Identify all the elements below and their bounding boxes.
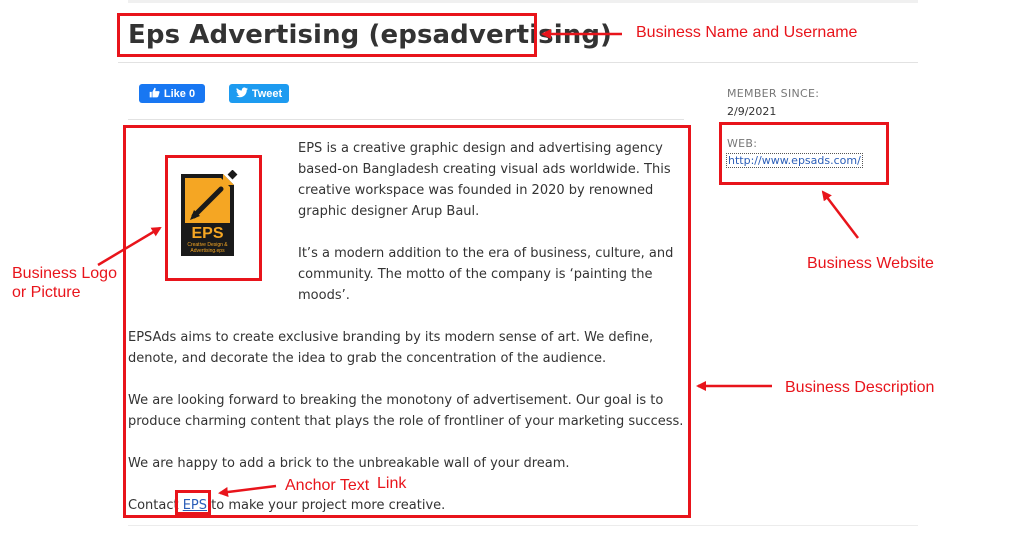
annotation-business-description: Business Description	[785, 379, 935, 396]
website-arrow	[821, 190, 859, 239]
annotation-business-name: Business Name and Username	[636, 24, 858, 41]
annotation-anchor-text: Anchor Text	[285, 477, 370, 494]
logo-arrow	[97, 226, 162, 267]
annotation-business-website: Business Website	[807, 255, 934, 272]
annotation-business-logo-line2: or Picture	[12, 284, 81, 301]
annotation-business-logo-line1: Business Logo	[12, 265, 117, 282]
anchor-text-arrow	[218, 484, 277, 497]
annotation-link: Link	[377, 475, 407, 492]
